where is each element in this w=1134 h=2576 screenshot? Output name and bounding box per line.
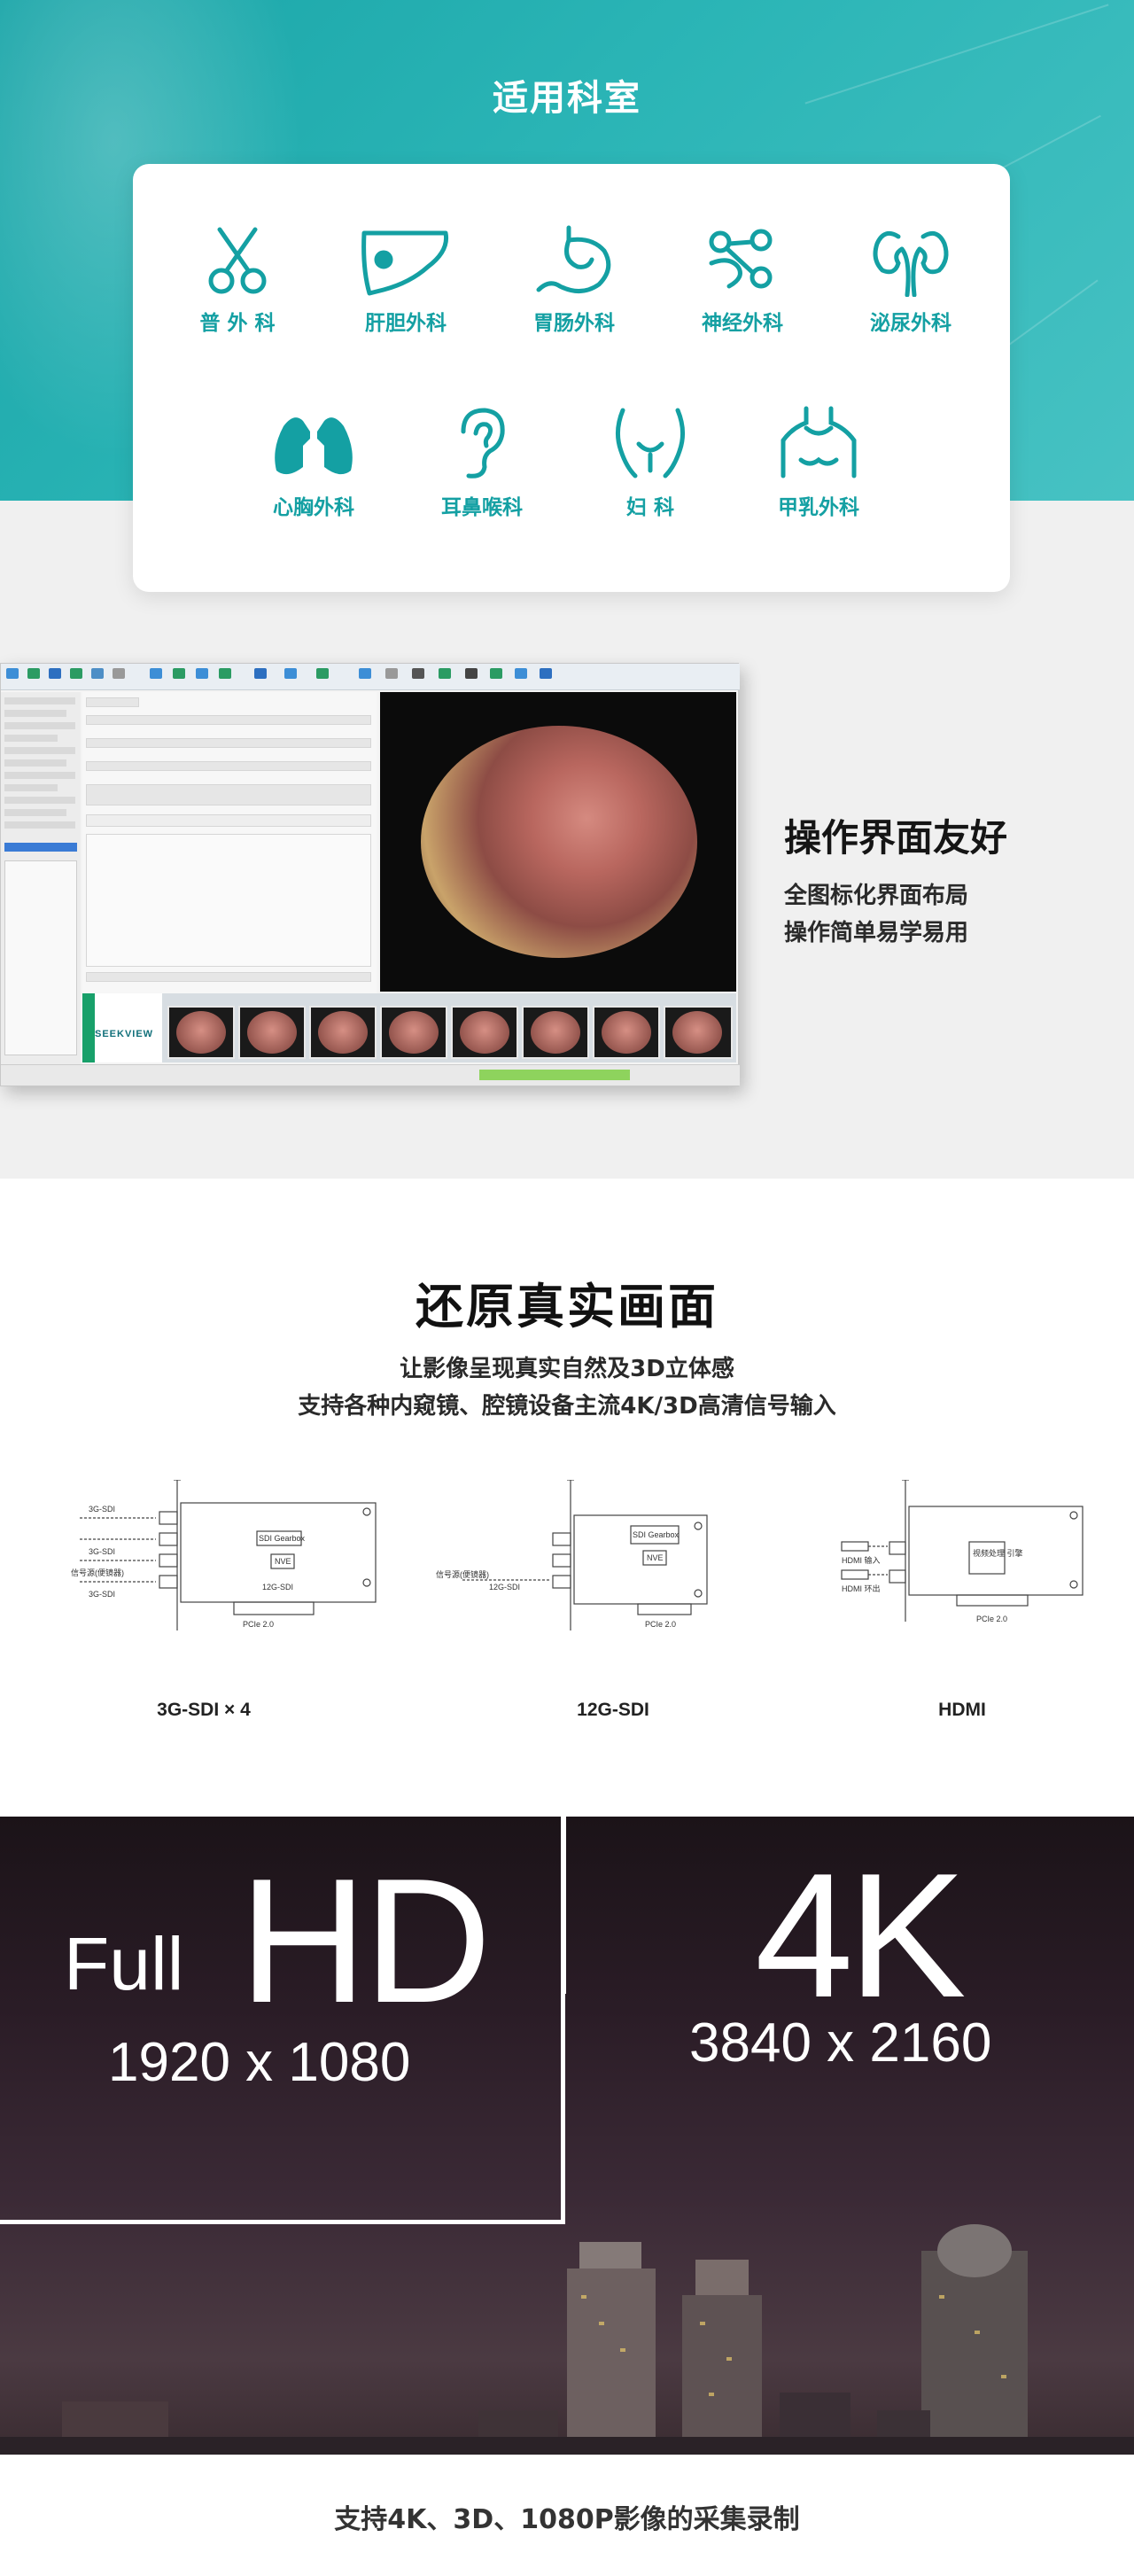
diagram-label: 信号源(便镜器) bbox=[71, 1568, 124, 1577]
dept-label: 甲乳外科 bbox=[778, 496, 859, 519]
dept-cardiothoracic: 心胸外科 bbox=[243, 405, 384, 520]
interface-title: 操作界面友好 bbox=[784, 816, 1008, 860]
dept-thyroid-breast: 甲乳外科 bbox=[748, 405, 889, 520]
capture-subtitle-2: 支持各种内窥镜、腔镜设备主流4K/3D高清信号输入 bbox=[298, 1393, 836, 1420]
capture-section: 还原真实画面 让影像呈现真实自然及3D立体感 支持各种内窥镜、腔镜设备主流4K/… bbox=[0, 1179, 1134, 1817]
screenshot-status-bar bbox=[1, 1064, 740, 1086]
screenshot-toolbar bbox=[1, 664, 740, 690]
diagram-label: 12G-SDI bbox=[489, 1583, 520, 1592]
full-text: Full bbox=[64, 1922, 184, 2005]
card-label-12g-sdi: 12G-SDI bbox=[577, 1700, 649, 1720]
diagram-label: 3G-SDI bbox=[89, 1505, 115, 1514]
diagram-label: SDI Gearbox bbox=[633, 1530, 680, 1539]
section-divider bbox=[562, 1817, 566, 1994]
software-screenshot: SEEKVIEW bbox=[0, 663, 740, 1086]
diagram-label: NVE bbox=[647, 1553, 664, 1562]
dept-label: 胃肠外科 bbox=[533, 312, 615, 335]
endoscope-video-view bbox=[380, 692, 736, 992]
dept-gynecology: 妇 科 bbox=[579, 405, 721, 520]
dept-label: 泌尿外科 bbox=[870, 312, 951, 335]
capture-title: 还原真实画面 bbox=[416, 1279, 718, 1335]
diagram-label: PCIe 2.0 bbox=[243, 1620, 274, 1629]
hd-text: HD bbox=[239, 1842, 492, 2040]
dept-label: 肝胆外科 bbox=[365, 312, 447, 335]
4k-resolution: 3840 x 2160 bbox=[689, 2012, 992, 2074]
diagram-label: HDMI 环出 bbox=[842, 1584, 881, 1593]
liver-icon bbox=[361, 230, 449, 296]
dept-label: 耳鼻喉科 bbox=[441, 496, 523, 519]
diagram-label: 12G-SDI bbox=[262, 1583, 293, 1592]
dept-label: 神经外科 bbox=[702, 312, 783, 335]
fullhd-resolution: 1920 x 1080 bbox=[108, 2032, 411, 2093]
ear-icon bbox=[461, 408, 505, 479]
stomach-icon bbox=[536, 225, 611, 293]
dept-urology: 泌尿外科 bbox=[840, 224, 982, 336]
lungs-icon bbox=[275, 409, 353, 475]
interface-line-2: 操作简单易学易用 bbox=[784, 920, 969, 946]
diagram-label: 3G-SDI bbox=[89, 1547, 115, 1556]
dept-label: 心胸外科 bbox=[273, 496, 354, 519]
neck-chest-icon bbox=[781, 406, 857, 479]
dept-hepatobiliary: 肝胆外科 bbox=[335, 224, 477, 336]
dept-label: 妇 科 bbox=[625, 496, 674, 519]
4k-text: 4K bbox=[755, 1837, 967, 2035]
departments-title: 适用科室 bbox=[493, 78, 641, 119]
screenshot-left-panel bbox=[1, 692, 81, 1064]
diagram-label: 信号源(便镜器) bbox=[436, 1569, 489, 1579]
interface-line-1: 全图标化界面布局 bbox=[784, 883, 969, 909]
resolution-section: Full HD 1920 x 1080 4K 3840 x 2160 bbox=[0, 1817, 1134, 2455]
diagram-label: 3G-SDI bbox=[89, 1590, 115, 1599]
dept-ent: 耳鼻喉科 bbox=[411, 405, 553, 520]
dept-general-surgery: 普 外 科 bbox=[167, 224, 308, 336]
scissors-icon bbox=[208, 227, 267, 294]
kidneys-icon bbox=[873, 230, 949, 297]
dept-gastrointestinal: 胃肠外科 bbox=[503, 224, 645, 336]
dept-label: 普 外 科 bbox=[199, 312, 276, 335]
seekview-logo: SEEKVIEW bbox=[82, 993, 162, 1062]
footer-section: 支持4K、3D、1080P影像的采集录制 bbox=[0, 2455, 1134, 2576]
pcie-card-hdmi-icon: HDMI 输入 HDMI 环出 视频处理 引擎 PCIe 2.0 bbox=[841, 1480, 1084, 1623]
diagram-label: NVE bbox=[275, 1557, 291, 1566]
footer-caption: 支持4K、3D、1080P影像的采集录制 bbox=[334, 2504, 800, 2535]
pcie-card-3g-sdi-icon: 3G-SDI 3G-SDI 3G-SDI 信号源(便镜器) SDI Gearbo… bbox=[71, 1480, 377, 1630]
pcie-card-12g-sdi-icon: 信号源(便镜器) 12G-SDI SDI Gearbox NVE PCIe 2.… bbox=[436, 1480, 708, 1630]
pelvis-icon bbox=[616, 408, 685, 479]
diagram-label: 视频处理 引擎 bbox=[973, 1548, 1023, 1558]
screenshot-thumbnail-strip: SEEKVIEW bbox=[82, 993, 736, 1062]
card-label-3g-sdi: 3G-SDI × 4 bbox=[157, 1700, 251, 1720]
endoscope-image bbox=[421, 726, 697, 958]
diagram-label: SDI Gearbox bbox=[259, 1534, 306, 1543]
diagram-label: HDMI 输入 bbox=[842, 1555, 881, 1565]
neuron-icon bbox=[709, 229, 773, 289]
diagram-label: PCIe 2.0 bbox=[976, 1615, 1007, 1623]
capture-subtitle-1: 让影像呈现真实自然及3D立体感 bbox=[400, 1356, 734, 1382]
diagram-label: PCIe 2.0 bbox=[645, 1620, 676, 1629]
card-label-hdmi: HDMI bbox=[938, 1700, 986, 1720]
screenshot-form-panel bbox=[82, 692, 377, 993]
departments-section: 适用科室 普 外 科 肝胆外科 胃肠外科 神经外科 泌尿外科 心胸外科 耳鼻喉科… bbox=[0, 0, 1134, 1179]
departments-card: 普 外 科 肝胆外科 胃肠外科 神经外科 泌尿外科 心胸外科 耳鼻喉科 妇 科 … bbox=[133, 164, 1010, 592]
dept-neurosurgery: 神经外科 bbox=[672, 224, 813, 336]
